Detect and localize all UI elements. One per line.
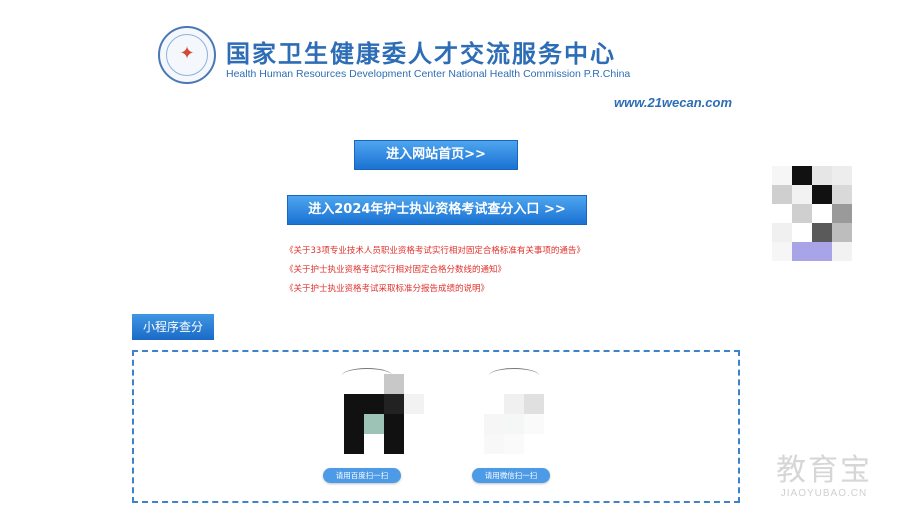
logo-seal: ✦	[158, 26, 216, 84]
notice-list: 《关于33项专业技术人员职业资格考试实行相对固定合格标准有关事项的通告》 《关于…	[285, 244, 585, 301]
qr-code-panel: 请用百度扫一扫 请用微信扫一扫	[132, 350, 740, 503]
site-title-cn: 国家卫生健康委人才交流服务中心	[226, 40, 616, 68]
wechat-scan-caption: 请用微信扫一扫	[472, 468, 550, 483]
watermark-en: JIAOYUBAO.CN	[780, 488, 868, 499]
notice-link[interactable]: 《关于护士执业资格考试实行相对固定合格分数线的通知》	[285, 265, 506, 275]
site-url: www.21wecan.com	[614, 95, 733, 110]
watermark-cn: 教育宝	[776, 453, 872, 488]
notice-item[interactable]: 《关于护士执业资格考试采取标准分报告成绩的说明》	[285, 282, 585, 301]
enter-homepage-button[interactable]: 进入网站首页>>	[354, 140, 518, 170]
baidu-qr-code	[344, 374, 424, 454]
side-qr-code	[772, 166, 852, 261]
watermark: 教育宝 JIAOYUBAO.CN	[768, 453, 880, 500]
notice-link[interactable]: 《关于33项专业技术人员职业资格考试实行相对固定合格标准有关事项的通告》	[285, 246, 585, 256]
mini-program-section-label: 小程序查分	[132, 314, 214, 340]
exam-score-entry-button[interactable]: 进入2024年护士执业资格考试查分入口 >>	[287, 195, 587, 225]
baidu-scan-caption: 请用百度扫一扫	[323, 468, 401, 483]
site-title-en: Health Human Resources Development Cente…	[226, 68, 631, 80]
logo-star-icon: ✦	[179, 43, 195, 64]
notice-link[interactable]: 《关于护士执业资格考试采取标准分报告成绩的说明》	[285, 284, 489, 294]
wechat-qr-code	[484, 374, 564, 454]
notice-item[interactable]: 《关于33项专业技术人员职业资格考试实行相对固定合格标准有关事项的通告》	[285, 244, 585, 263]
notice-item[interactable]: 《关于护士执业资格考试实行相对固定合格分数线的通知》	[285, 263, 585, 282]
